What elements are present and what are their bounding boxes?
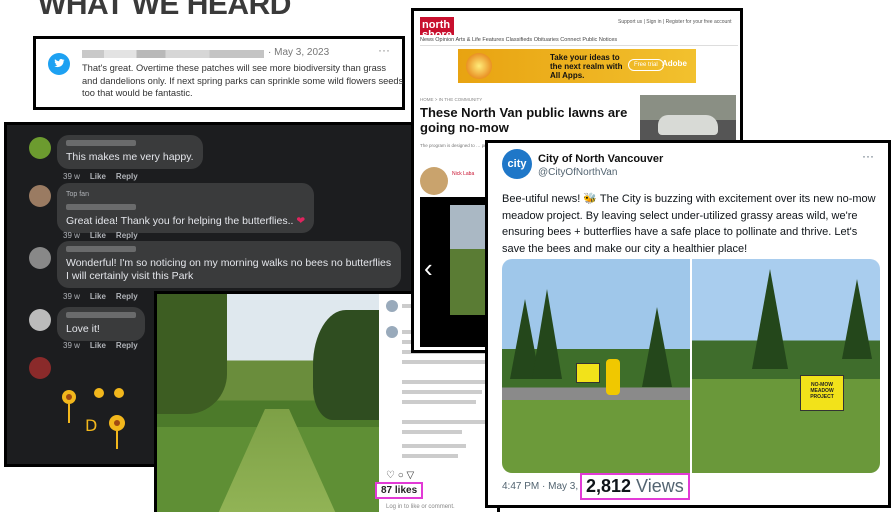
- comment-bubble: Love it!: [57, 307, 145, 341]
- post-actions[interactable]: ♡ ○ ▽: [386, 470, 414, 481]
- account-links[interactable]: Support us | Sign in | Register for your…: [618, 19, 732, 25]
- comment-bubble: Wonderful! I'm so noticing on my morning…: [57, 241, 401, 288]
- commenter-avatar: [29, 309, 51, 331]
- account-handle[interactable]: @CityOfNorthVan: [538, 167, 617, 178]
- commenter-avatar: [29, 357, 51, 379]
- author-name[interactable]: Nick Laba: [452, 171, 474, 177]
- comment-text: Wonderful! I'm so noticing on my morning…: [66, 257, 392, 282]
- adobe-logo: Adobe: [662, 59, 687, 68]
- comment-meta: 39 w Like Reply: [63, 231, 138, 240]
- meadow-sign: [576, 363, 600, 383]
- adobe-ad-banner[interactable]: Take your ideas to the next realm with A…: [458, 49, 696, 83]
- comment-text: This makes me very happy.: [66, 151, 194, 163]
- commenter-avatar: [29, 185, 51, 207]
- comment-text: Love it!: [66, 323, 100, 335]
- likes-count: 87 likes: [375, 482, 424, 499]
- ad-trial-button[interactable]: Free trial: [628, 59, 664, 71]
- heart-icon: ❤: [296, 215, 306, 227]
- commenter-avatar: [29, 137, 51, 159]
- sun-graphic-icon: [466, 53, 492, 79]
- no-mow-sign: NO-MOW MEADOW PROJECT: [800, 375, 844, 411]
- comment-meta: 39 w Like Reply: [63, 341, 138, 350]
- page-heading: WHAT WE HEARD: [38, 0, 291, 21]
- like-link[interactable]: Like: [90, 292, 106, 301]
- svg-text:D: D: [85, 416, 97, 435]
- tweet-card: · May 3, 2023 ··· That's great. Overtime…: [33, 36, 405, 110]
- twitter-bird-icon: [48, 53, 70, 75]
- top-fan-badge: Top fan: [66, 191, 89, 198]
- more-options-icon[interactable]: ···: [862, 149, 874, 163]
- comment-meta: 39 w Like Reply: [63, 172, 138, 181]
- comment-bubble: Top fan Great idea! Thank you for helpin…: [57, 183, 315, 233]
- reply-link[interactable]: Reply: [116, 231, 138, 240]
- reply-link[interactable]: Reply: [116, 341, 138, 350]
- like-link[interactable]: Like: [90, 172, 106, 181]
- meadow-photo-right[interactable]: NO-MOW MEADOW PROJECT: [692, 259, 880, 473]
- article-headline: These North Van public lawns are going n…: [420, 105, 628, 135]
- tweet-date: · May 3, 2023: [268, 47, 330, 58]
- account-name[interactable]: City of North Vancouver: [538, 153, 663, 165]
- breadcrumb[interactable]: HOME > IN THE COMMUNITY: [420, 97, 482, 102]
- views-count: 2,812 Views: [580, 473, 690, 500]
- ad-text: Take your ideas to the next realm with A…: [550, 53, 623, 80]
- park-meadow-photo: [157, 294, 379, 512]
- like-link[interactable]: Like: [90, 231, 106, 240]
- reply-link[interactable]: Reply: [116, 172, 138, 181]
- news-logo[interactable]: north shore news: [420, 17, 454, 51]
- like-link[interactable]: Like: [90, 341, 106, 350]
- cnv-tweet-card: city City of North Vancouver @CityOfNort…: [485, 140, 891, 508]
- news-nav[interactable]: News Opinion Arts & Life Features Classi…: [420, 37, 738, 46]
- person-figure: [606, 359, 620, 395]
- more-options-icon[interactable]: ···: [378, 43, 390, 57]
- city-logo-avatar[interactable]: city: [502, 149, 532, 179]
- tweet-text: That's great. Overtime these patches wil…: [82, 63, 404, 98]
- comment-text: Great idea! Thank you for helping the bu…: [66, 215, 294, 227]
- profile-avatar: [386, 300, 398, 312]
- comment-meta: 39 w Like Reply: [63, 292, 138, 301]
- author-avatar: [420, 167, 448, 195]
- comment-bubble: This makes me very happy.: [57, 135, 203, 169]
- car-ad-photo[interactable]: [640, 95, 736, 145]
- commenter-avatar: [29, 247, 51, 269]
- chevron-left-icon[interactable]: ‹: [424, 253, 433, 284]
- reply-link[interactable]: Reply: [116, 292, 138, 301]
- tweet-timestamp[interactable]: 4:47 PM · May 3,: [502, 481, 578, 492]
- flower-drawing-icon: D: [62, 388, 125, 449]
- login-prompt[interactable]: Log in to like or comment.: [386, 504, 455, 510]
- blurred-username: [82, 50, 264, 58]
- tweet-text: Bee-utiful news! 🐝 The City is buzzing w…: [502, 193, 876, 255]
- profile-avatar: [386, 326, 398, 338]
- meadow-photo-left[interactable]: [502, 259, 690, 473]
